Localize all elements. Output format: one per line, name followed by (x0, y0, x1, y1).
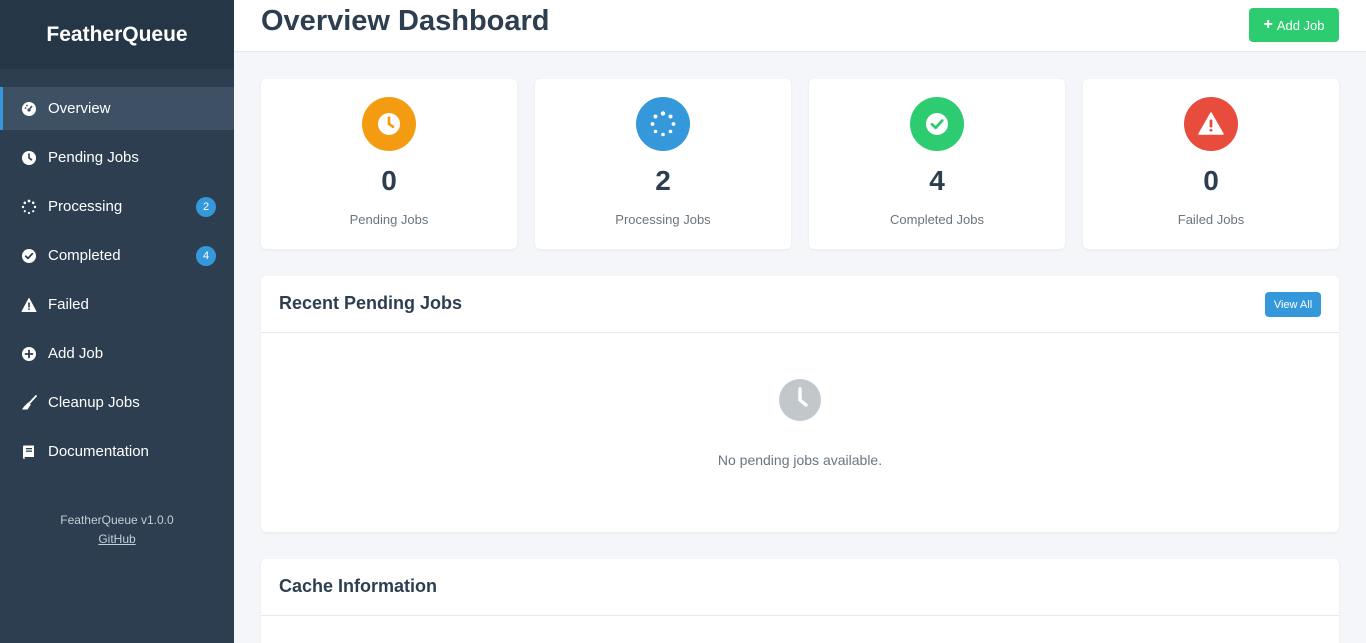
stat-label: Failed Jobs (1177, 212, 1245, 227)
page-title: Overview Dashboard (261, 5, 550, 37)
stat-card-pending: 0 Pending Jobs (261, 79, 517, 249)
sidebar-item-cleanup-jobs[interactable]: Cleanup Jobs (0, 381, 234, 424)
plus-circle-icon (21, 346, 37, 362)
sidebar-item-add-job[interactable]: Add Job (0, 332, 234, 375)
github-link[interactable]: GitHub (98, 532, 135, 546)
sidebar-nav: Overview Pending Jobs Processing 2 Compl… (0, 87, 234, 479)
stat-value: 0 (381, 165, 397, 196)
sidebar-footer: FeatherQueue v1.0.0 GitHub (0, 511, 234, 549)
sidebar-item-documentation[interactable]: Documentation (0, 430, 234, 473)
add-job-button[interactable]: + Add Job (1249, 8, 1339, 42)
cache-information-panel: Cache Information (261, 559, 1339, 643)
sidebar-item-pending-jobs[interactable]: Pending Jobs (0, 136, 234, 179)
stat-card-failed: 0 Failed Jobs (1083, 79, 1339, 249)
sidebar-item-overview[interactable]: Overview (0, 87, 234, 130)
sidebar-item-failed[interactable]: Failed (0, 283, 234, 326)
stat-value: 0 (1203, 165, 1219, 196)
spinner-icon (21, 199, 37, 215)
sidebar-item-label: Pending Jobs (48, 149, 139, 166)
stat-card-completed: 4 Completed Jobs (809, 79, 1065, 249)
sidebar-item-processing[interactable]: Processing 2 (0, 185, 234, 228)
panel-title: Cache Information (279, 576, 438, 596)
plus-icon: + (1263, 16, 1273, 33)
completed-count-badge: 4 (196, 246, 216, 266)
stat-label: Pending Jobs (349, 212, 429, 227)
sidebar-item-label: Failed (48, 296, 89, 313)
spinner-icon (636, 97, 690, 151)
sidebar-item-label: Documentation (48, 443, 149, 460)
view-all-button[interactable]: View All (1265, 292, 1321, 317)
sidebar-item-label: Cleanup Jobs (48, 394, 140, 411)
page-header: Overview Dashboard + Add Job (234, 0, 1366, 52)
panel-header: Cache Information (261, 559, 1339, 616)
sidebar-item-label: Overview (48, 100, 111, 117)
recent-pending-jobs-panel: Recent Pending Jobs View All No pending … (261, 276, 1339, 532)
clock-icon (778, 378, 822, 422)
version-text: FeatherQueue v1.0.0 (60, 513, 174, 527)
book-icon (21, 444, 37, 460)
broom-icon (21, 394, 37, 411)
stat-card-processing: 2 Processing Jobs (535, 79, 791, 249)
check-circle-icon (21, 248, 37, 264)
panel-title: Recent Pending Jobs (279, 293, 463, 313)
stat-value: 4 (929, 165, 945, 196)
stat-value: 2 (655, 165, 671, 196)
warning-icon (1184, 97, 1238, 151)
clock-icon (362, 97, 416, 151)
sidebar-item-completed[interactable]: Completed 4 (0, 234, 234, 277)
processing-count-badge: 2 (196, 197, 216, 217)
sidebar-item-label: Add Job (48, 345, 104, 362)
stat-label: Completed Jobs (890, 212, 984, 227)
check-circle-icon (910, 97, 964, 151)
sidebar: FeatherQueue Overview Pending Jobs Proce… (0, 0, 234, 643)
stat-label: Processing Jobs (615, 212, 711, 227)
empty-state-text: No pending jobs available. (717, 452, 883, 468)
add-job-label: Add Job (1276, 17, 1325, 33)
gauge-icon (21, 101, 37, 117)
panel-header: Recent Pending Jobs View All (261, 276, 1339, 333)
warning-icon (21, 297, 37, 313)
clock-icon (21, 150, 37, 166)
sidebar-item-label: Processing (48, 198, 123, 215)
sidebar-item-label: Completed (48, 247, 121, 264)
brand-logo[interactable]: FeatherQueue (0, 0, 234, 69)
